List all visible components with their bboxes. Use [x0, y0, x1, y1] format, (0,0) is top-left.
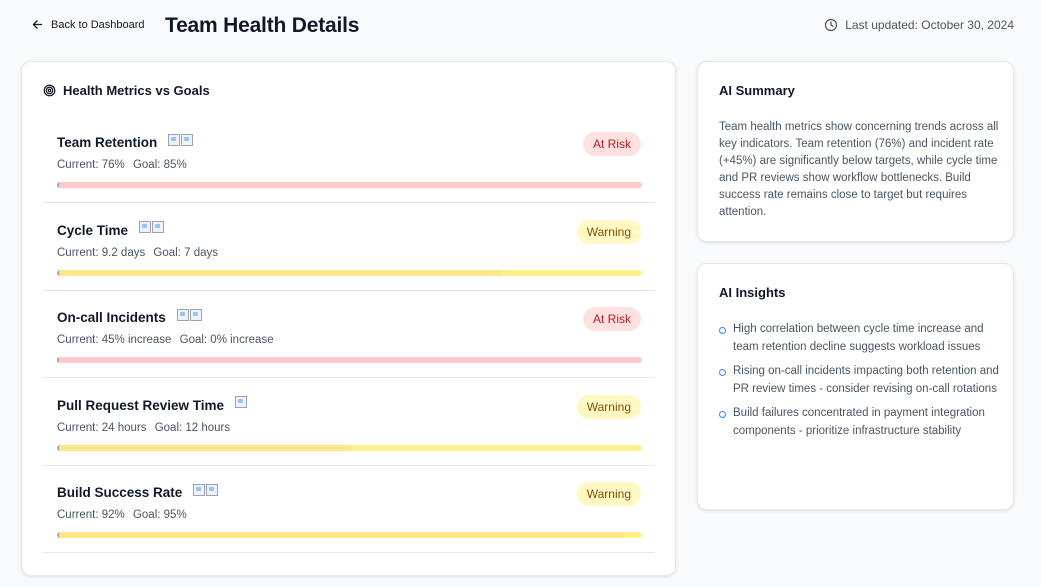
circle-bullet-icon [719, 411, 726, 418]
metric-images [139, 221, 165, 233]
broken-image-icon [176, 308, 189, 321]
broken-image-icon [168, 133, 181, 146]
metric-name-wrap: Cycle Time [57, 221, 165, 238]
progress-bar [57, 182, 642, 188]
metric-current: Current: 76% [57, 159, 125, 171]
metrics-card-header: Health Metrics vs Goals [43, 83, 210, 98]
broken-image-icon [206, 483, 219, 496]
broken-image-icon [181, 133, 194, 146]
ai-insights-card: AI Insights High correlation between cyc… [697, 263, 1014, 510]
status-badge: Warning [576, 394, 641, 419]
clock-icon [825, 18, 838, 32]
metric-goal: Goal: 95% [132, 509, 187, 521]
metric-images [235, 396, 248, 408]
back-to-dashboard-link[interactable]: Back to Dashboard [31, 18, 145, 31]
progress-bar-fill [57, 182, 578, 188]
metric-name: Team Retention [57, 135, 158, 150]
insight-text: Rising on-call incidents impacting both … [733, 365, 999, 395]
progress-bar-fill [57, 532, 625, 538]
insight-item: Build failures concentrated in payment i… [719, 405, 1001, 440]
summary-card-title: AI Summary [719, 83, 795, 98]
broken-image-icon [152, 221, 165, 233]
metric-goal: Goal: 12 hours [154, 421, 231, 434]
status-badge: At Risk [582, 307, 641, 331]
metric-values: Current: 45% increase Goal: 0% increase [57, 334, 274, 346]
page-header: Back to Dashboard Team Health Details La… [0, 0, 1041, 56]
ai-summary-card: AI Summary Team health metrics show conc… [697, 61, 1014, 242]
metric-values: Current: 9.2 days Goal: 7 days [57, 247, 218, 259]
insight-item: Rising on-call incidents impacting both … [719, 363, 1001, 398]
metric-name: Pull Request Review Time [57, 397, 225, 413]
metric-current: Current: 24 hours [57, 421, 147, 434]
status-badge: Warning [576, 219, 641, 244]
metric-name-wrap: Build Success Rate [57, 483, 219, 500]
insight-item: High correlation between cycle time incr… [719, 321, 1001, 356]
metric-name: On-call Incidents [57, 310, 166, 325]
progress-bar [57, 357, 642, 363]
last-updated-text: Last updated: October 30, 2024 [845, 18, 1014, 32]
target-icon [43, 84, 56, 97]
metric-row: On-call Incidents Current: 45% increase … [43, 291, 655, 378]
status-badge: At Risk [582, 132, 641, 156]
circle-bullet-icon [719, 369, 726, 376]
metric-name-wrap: On-call Incidents [57, 308, 202, 325]
insight-list: High correlation between cycle time incr… [719, 321, 1001, 447]
metric-row: Cycle Time Current: 9.2 days Goal: 7 day… [43, 204, 655, 291]
health-metrics-card: Health Metrics vs Goals Team Retention C… [21, 61, 676, 576]
insight-text: High correlation between cycle time incr… [733, 323, 984, 353]
metric-values: Current: 76% Goal: 85% [57, 159, 187, 171]
metric-current: Current: 45% increase [57, 334, 172, 346]
metric-goal: Goal: 0% increase [179, 334, 274, 346]
metric-images [168, 133, 194, 146]
status-badge: Warning [576, 482, 641, 506]
progress-bar-fill [57, 357, 60, 363]
progress-bar [57, 532, 642, 538]
progress-bar-fill [57, 269, 502, 276]
metric-name-wrap: Team Retention [57, 133, 194, 150]
metric-values: Current: 92% Goal: 95% [57, 509, 187, 521]
broken-image-icon [193, 483, 206, 496]
broken-image-icon [189, 308, 202, 321]
metric-row: Team Retention Current: 76% Goal: 85% At… [43, 116, 655, 203]
progress-bar [57, 444, 642, 451]
metrics-card-title: Health Metrics vs Goals [63, 83, 210, 98]
broken-image-icon [139, 221, 152, 233]
insight-text: Build failures concentrated in payment i… [733, 407, 985, 437]
page-title: Team Health Details [165, 14, 360, 37]
metric-goal: Goal: 7 days [153, 246, 218, 259]
metric-images [193, 483, 219, 496]
progress-bar-fill [57, 444, 350, 451]
metric-name: Build Success Rate [57, 485, 183, 500]
metric-images [176, 308, 202, 321]
metric-current: Current: 92% [57, 509, 125, 521]
insights-card-title: AI Insights [719, 285, 786, 300]
broken-image-icon [235, 396, 248, 408]
last-updated: Last updated: October 30, 2024 [824, 18, 1014, 32]
back-label: Back to Dashboard [51, 18, 145, 31]
metric-name-wrap: Pull Request Review Time [57, 396, 248, 413]
metric-name: Cycle Time [57, 222, 129, 238]
metric-current: Current: 9.2 days [57, 246, 146, 259]
circle-bullet-icon [719, 327, 726, 334]
metric-row: Pull Request Review Time Current: 24 hou… [43, 379, 655, 466]
metric-values: Current: 24 hours Goal: 12 hours [57, 422, 230, 434]
metric-goal: Goal: 85% [132, 159, 187, 171]
metric-row: Build Success Rate Current: 92% Goal: 95… [43, 466, 655, 553]
progress-bar [57, 269, 642, 276]
arrow-left-icon [32, 20, 43, 29]
summary-text: Team health metrics show concerning tren… [719, 121, 999, 218]
